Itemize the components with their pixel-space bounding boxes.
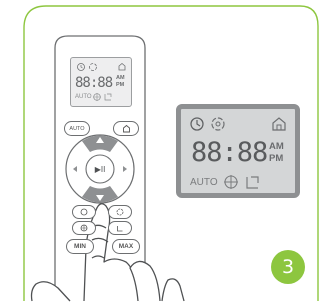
clock-icon — [80, 208, 88, 216]
remote-display: 88:88 AM PM AUTO — [70, 57, 132, 107]
remote-display-am: AM — [116, 75, 125, 81]
spot-button — [72, 221, 96, 235]
enlarged-display-am: AM — [269, 141, 284, 152]
instruction-illustration: 88:88 AM PM AUTO AUTO ▶II MIN MAX 88:88 … — [0, 0, 322, 303]
clock-button — [72, 205, 96, 219]
enlarged-display-auto: AUTO — [190, 177, 218, 188]
room-corner-icon — [117, 226, 123, 232]
fan-spin-icon — [211, 117, 225, 131]
enlarged-display-pm: PM — [269, 153, 284, 164]
remote-display-auto: AUTO — [75, 94, 92, 100]
play-pause-icon: ▶II — [94, 165, 106, 174]
edge-button — [108, 221, 132, 235]
remote-display-digits: 88:88 — [75, 75, 113, 91]
home-icon — [272, 117, 286, 131]
step-number-badge: 3 — [271, 250, 305, 284]
crosshair-icon — [80, 224, 88, 232]
fan-spin-icon — [116, 208, 124, 216]
auto-button: AUTO — [64, 121, 90, 136]
enlarged-display-ampm: AM PM — [269, 141, 284, 165]
room-corner-icon — [104, 93, 112, 101]
remote-display-pm: PM — [116, 81, 125, 88]
enlarged-display-digits: 88:88 — [191, 137, 268, 168]
fan-button — [108, 205, 132, 219]
home-icon — [122, 124, 130, 133]
home-button — [113, 121, 139, 136]
fan-spin-icon — [89, 63, 97, 71]
enlarged-display: 88:88 AM PM AUTO — [176, 104, 300, 198]
home-icon — [118, 62, 126, 71]
max-button: MAX — [112, 239, 140, 254]
remote-display-ampm: AM PM — [116, 75, 125, 88]
room-corner-icon — [246, 176, 259, 189]
min-button: MIN — [66, 239, 94, 254]
